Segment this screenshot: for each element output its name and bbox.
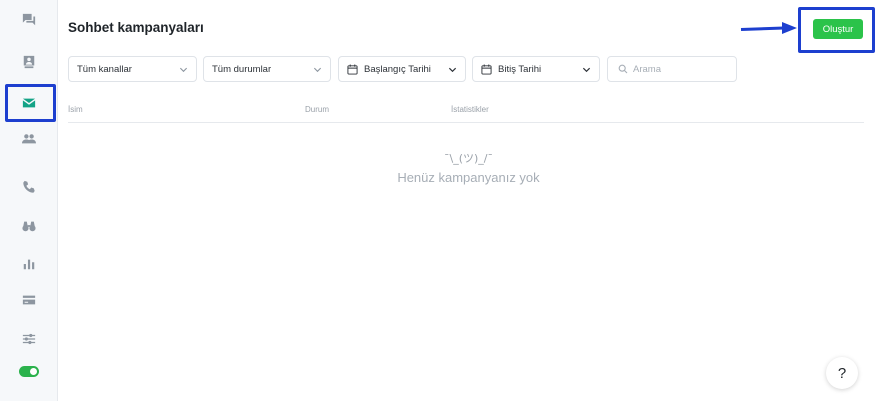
status-filter-value: Tüm durumlar	[212, 63, 272, 75]
table-header-divider	[68, 122, 864, 123]
chevron-down-icon	[582, 67, 591, 73]
chevron-down-icon	[179, 67, 188, 73]
search-input[interactable]	[633, 63, 733, 75]
bar-chart-icon	[23, 259, 35, 270]
column-header-status[interactable]: Durum	[305, 105, 329, 114]
calendar-icon	[347, 63, 358, 75]
people-icon	[22, 134, 36, 144]
column-header-statistics[interactable]: İstatistikler	[451, 105, 489, 114]
column-header-name[interactable]: İsim	[68, 105, 83, 114]
channel-filter-select[interactable]: Tüm kanallar	[68, 56, 197, 82]
sidebar-item-contacts[interactable]	[0, 45, 58, 79]
sidebar-highlight-box	[5, 84, 56, 122]
sidebar-item-settings[interactable]	[0, 322, 58, 356]
sidebar-item-billing[interactable]	[0, 283, 58, 317]
sidebar-item-chats[interactable]	[0, 3, 58, 37]
annotation-arrow-icon	[740, 22, 797, 34]
chevron-down-icon	[448, 67, 457, 73]
calendar-icon	[481, 63, 492, 75]
credit-card-icon	[22, 295, 36, 305]
availability-toggle[interactable]	[19, 366, 39, 377]
empty-state-shrug: ¯\_(ツ)_/¯	[444, 152, 493, 165]
sidebar-item-reports[interactable]	[0, 247, 58, 281]
search-icon	[618, 64, 628, 74]
help-button[interactable]: ?	[826, 357, 858, 389]
search-box	[607, 56, 737, 82]
status-filter-select[interactable]: Tüm durumlar	[203, 56, 331, 82]
sidebar-item-monitor[interactable]	[0, 209, 58, 243]
end-date-label: Bitiş Tarihi	[498, 63, 542, 75]
empty-state-message: Henüz kampanyanız yok	[397, 170, 540, 185]
end-date-picker[interactable]: Bitiş Tarihi	[472, 56, 600, 82]
binoculars-icon	[22, 221, 36, 232]
sidebar	[0, 0, 58, 401]
create-button[interactable]: Oluştur	[813, 19, 863, 39]
start-date-label: Başlangıç Tarihi	[364, 63, 431, 75]
channel-filter-value: Tüm kanallar	[77, 63, 132, 75]
chat-icon	[22, 13, 36, 26]
sliders-icon	[22, 333, 36, 345]
chevron-down-icon	[313, 67, 322, 73]
page-title: Sohbet kampanyaları	[68, 20, 204, 35]
contact-card-icon	[23, 55, 35, 69]
start-date-picker[interactable]: Başlangıç Tarihi	[338, 56, 466, 82]
